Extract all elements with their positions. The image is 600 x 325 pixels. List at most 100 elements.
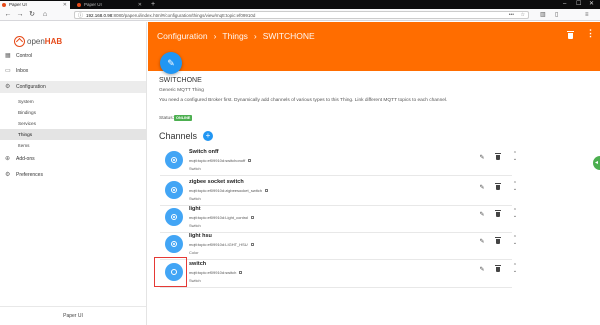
delete-channel-icon[interactable] — [495, 237, 501, 244]
info-icon[interactable]: ⓘ — [78, 13, 83, 19]
breadcrumb-separator: › — [253, 31, 257, 41]
channel-row: zigbee socket switch mqtt:topic:ef09910d… — [160, 176, 517, 206]
sidebar-subitem-label: Services — [18, 121, 36, 126]
expand-channel-icon[interactable]: ⌃ ⌄ — [512, 182, 518, 192]
channel-name: zigbee socket switch — [189, 179, 244, 185]
reload-icon[interactable]: ↻ — [27, 10, 37, 20]
sidebar-item-system[interactable]: System — [0, 96, 146, 107]
sidebar-item-bindings[interactable]: Bindings — [0, 107, 146, 118]
channel-row: light mqtt:topic:ef09910d:Light_control … — [160, 203, 517, 233]
status-badge: ONLINE — [174, 115, 193, 121]
minimize-icon[interactable]: – — [563, 0, 566, 9]
url-host: 192.168.0.98 — [86, 13, 113, 18]
sidebar-item-control[interactable]: ▦ Control — [0, 50, 146, 62]
sidebar-item-preferences[interactable]: ⚙ Preferences — [0, 169, 146, 181]
close-tab-icon[interactable]: ✕ — [63, 1, 67, 9]
sidebar-item-configuration[interactable]: ⚙ Configuration — [0, 81, 146, 93]
expand-channel-icon[interactable]: ⌃ ⌄ — [512, 209, 518, 219]
breadcrumb-things[interactable]: Things — [222, 31, 248, 41]
delete-thing-icon[interactable] — [567, 31, 574, 39]
channel-name: Switch onff — [189, 149, 219, 155]
new-tab-icon[interactable]: + — [151, 0, 155, 9]
delete-channel-icon[interactable] — [495, 265, 501, 272]
copy-icon[interactable] — [251, 216, 255, 220]
thing-description: You need a configured Broker first. Dyna… — [159, 98, 448, 103]
channel-uid: mqtt:topic:ef09910d:switch — [189, 270, 243, 275]
sidebar-item-label: Inbox — [16, 68, 29, 74]
sidebar-toggle-icon[interactable]: ▯ — [555, 10, 558, 20]
breadcrumb-configuration[interactable]: Configuration — [157, 31, 208, 41]
expand-channel-icon[interactable]: ⌃ ⌄ — [512, 236, 518, 246]
maximize-icon[interactable]: ☐ — [576, 0, 581, 9]
menu-icon[interactable]: ≡ — [585, 10, 589, 20]
close-window-icon[interactable]: ✕ — [589, 0, 594, 9]
sidebar: open HAB ▦ Control ▭ Inbox ⚙ Configuratio… — [0, 22, 147, 325]
sidebar-footer: Paper UI — [0, 306, 146, 325]
thing-details: SWITCHONE Generic MQTT Thing You need a … — [148, 71, 600, 325]
browser-tab-label: Paper UI — [84, 2, 102, 7]
add-channel-button[interactable]: + — [203, 131, 213, 141]
delete-channel-icon[interactable] — [495, 183, 501, 190]
library-icon[interactable]: ▥ — [540, 10, 546, 20]
copy-icon[interactable] — [239, 271, 243, 275]
home-icon[interactable]: ⌂ — [40, 10, 50, 20]
page-header: Configuration › Things › SWITCHONE — [148, 22, 600, 71]
settings-icon: ⚙ — [5, 172, 11, 178]
channel-uid: mqtt:topic:ef09910d:switchonoff — [189, 158, 252, 163]
edit-channel-icon[interactable]: ✎ — [478, 154, 486, 162]
breadcrumb-current: SWITCHONE — [262, 31, 315, 41]
sidebar-item-services[interactable]: Services — [0, 118, 146, 129]
page-actions-icon[interactable]: ••• — [509, 12, 514, 18]
sidebar-item-things[interactable]: Things — [0, 129, 146, 140]
pencil-icon: ✎ — [167, 58, 175, 68]
channel-uid: mqtt:topic:ef09910d:zigbeesocket_switch — [189, 188, 268, 193]
openhab-favicon-icon — [2, 3, 6, 7]
channel-name: switch — [189, 261, 207, 267]
channel-uid: mqtt:topic:ef09910d:LIGHT_HSU — [189, 242, 254, 247]
close-tab-icon[interactable]: ✕ — [138, 1, 142, 9]
channel-uid-text: mqtt:topic:ef09910d:switch — [189, 270, 237, 275]
sidebar-subitem-label: Items — [18, 143, 30, 148]
channel-name: light — [189, 206, 201, 212]
back-icon[interactable]: ← — [3, 10, 13, 20]
delete-channel-icon[interactable] — [495, 210, 501, 217]
more-options-icon[interactable]: ⋮ — [586, 29, 595, 38]
edit-channel-icon[interactable]: ✎ — [478, 211, 486, 219]
channel-type: Color — [189, 250, 199, 255]
expand-channel-icon[interactable]: ⌃ ⌄ — [512, 264, 518, 274]
url-bar[interactable]: ⓘ 192.168.0.98:8080/paperui/index.html#/… — [74, 11, 529, 19]
logo-text-hab: HAB — [44, 36, 63, 46]
browser-nav-bar: ← → ↻ ⌂ ⓘ 192.168.0.98:8080/paperui/inde… — [0, 9, 600, 21]
channel-uid-text: mqtt:topic:ef09910d:zigbeesocket_switch — [189, 188, 262, 193]
openhab-favicon-icon — [77, 3, 81, 7]
sidebar-item-items[interactable]: Items — [0, 140, 146, 151]
copy-icon[interactable] — [264, 189, 268, 193]
expand-channel-icon[interactable]: ⌃ ⌄ — [512, 152, 518, 162]
copy-icon[interactable] — [248, 159, 252, 163]
bookmark-star-icon[interactable]: ☆ — [521, 12, 525, 19]
breadcrumb: Configuration › Things › SWITCHONE — [157, 31, 315, 41]
edit-channel-icon[interactable]: ✎ — [478, 238, 486, 246]
channel-radio-icon[interactable] — [165, 208, 183, 226]
channel-radio-icon[interactable] — [165, 181, 183, 199]
edge-action-button[interactable]: ◂ — [593, 156, 600, 170]
copy-icon[interactable] — [250, 243, 254, 247]
channel-radio-icon[interactable] — [165, 151, 183, 169]
browser-tab[interactable]: Paper UI ✕ — [0, 1, 70, 9]
forward-icon[interactable]: → — [15, 10, 25, 20]
openhab-logo[interactable]: open HAB — [14, 34, 62, 48]
browser-tab[interactable]: Paper UI ✕ — [75, 1, 145, 9]
channel-type: Switch — [189, 278, 201, 283]
edit-channel-icon[interactable]: ✎ — [478, 266, 486, 274]
url-text[interactable]: 192.168.0.98:8080/paperui/index.html#/co… — [86, 13, 255, 19]
channels-heading: Channels — [159, 131, 198, 141]
edit-channel-icon[interactable]: ✎ — [478, 184, 486, 192]
delete-channel-icon[interactable] — [495, 153, 501, 160]
channel-uid-text: mqtt:topic:ef09910d:switchonoff — [189, 158, 246, 163]
sidebar-item-inbox[interactable]: ▭ Inbox — [0, 65, 146, 77]
channel-radio-icon[interactable] — [165, 235, 183, 253]
add-icon: ⊕ — [5, 156, 11, 162]
sidebar-item-add-ons[interactable]: ⊕ Add-ons — [0, 153, 146, 165]
sidebar-item-label: Control — [16, 53, 33, 59]
sidebar-subitem-label: Things — [18, 132, 33, 137]
